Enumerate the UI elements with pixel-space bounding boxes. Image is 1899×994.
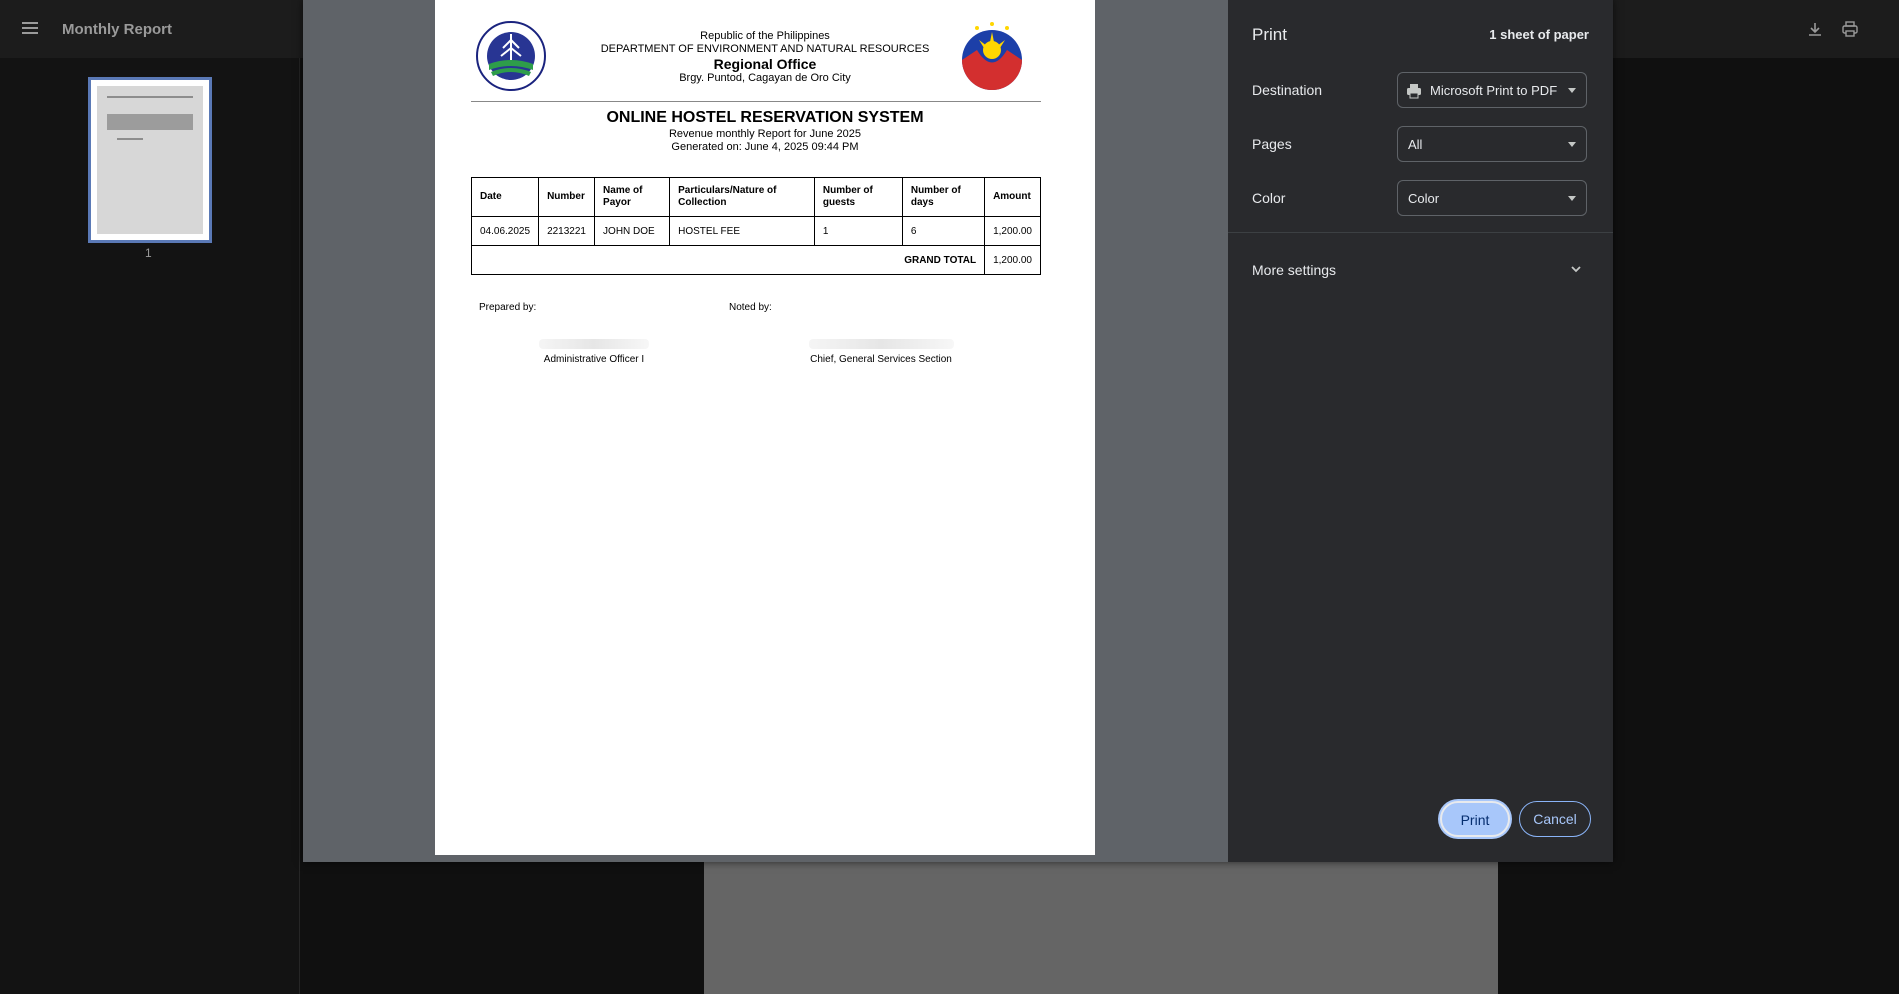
menu-icon[interactable] [22, 22, 38, 34]
column-header: Amount [984, 177, 1041, 217]
column-header: Date [470, 177, 540, 217]
pages-value: All [1408, 137, 1423, 152]
table-cell: 6 [901, 216, 986, 246]
grand-total-value: 1,200.00 [984, 245, 1041, 275]
preview-page: Republic of the Philippines DEPARTMENT O… [435, 0, 1095, 855]
chevron-down-icon[interactable] [1569, 262, 1583, 276]
redacted-name [809, 339, 954, 349]
print-button[interactable]: Print [1440, 801, 1510, 837]
color-label: Color [1252, 190, 1286, 206]
pages-select[interactable]: All [1397, 126, 1587, 162]
dropdown-caret-icon [1568, 88, 1576, 93]
column-header: Name of Payor [594, 177, 671, 217]
print-dialog: Republic of the Philippines DEPARTMENT O… [303, 0, 1613, 862]
column-header: Number of guests [813, 177, 903, 217]
redacted-name [539, 339, 649, 349]
pages-label: Pages [1252, 136, 1292, 152]
column-header: Number of days [901, 177, 986, 217]
more-settings[interactable]: More settings [1252, 262, 1336, 278]
color-select[interactable]: Color [1397, 180, 1587, 216]
prepared-by-title: Administrative Officer I [543, 354, 645, 365]
grand-total-row: GRAND TOTAL 1,200.00 [470, 245, 1041, 275]
table-cell: 2213221 [538, 216, 596, 246]
destination-value: Microsoft Print to PDF [1430, 83, 1558, 98]
printer-icon [1407, 84, 1421, 99]
report-generated: Generated on: June 4, 2025 09:44 PM [671, 141, 859, 153]
page-thumbnail[interactable] [88, 77, 212, 243]
table-cell: HOSTEL FEE [669, 216, 815, 246]
dropdown-caret-icon [1568, 142, 1576, 147]
header-line3: Regional Office [713, 56, 817, 72]
table-cell: 1,200.00 [984, 216, 1041, 246]
header-divider [471, 101, 1041, 102]
table-row: 04.06.2025 2213221 JOHN DOE HOSTEL FEE 1… [470, 216, 1041, 246]
print-title: Print [1252, 25, 1287, 44]
cancel-button[interactable]: Cancel [1519, 801, 1591, 837]
color-value: Color [1408, 191, 1440, 206]
print-icon[interactable] [1841, 20, 1859, 38]
revenue-table: Date Number Name of Payor Particulars/Na… [470, 177, 1041, 275]
header-line2: DEPARTMENT OF ENVIRONMENT AND NATURAL RE… [600, 43, 930, 55]
report-subtitle: Revenue monthly Report for June 2025 [668, 128, 861, 140]
table-cell: 04.06.2025 [470, 216, 540, 246]
table-cell: JOHN DOE [594, 216, 671, 246]
print-settings-panel: Print 1 sheet of paper Destination Micro… [1228, 0, 1613, 862]
column-header: Particulars/Nature of Collection [669, 177, 815, 217]
noted-by-label: Noted by: [729, 302, 772, 313]
background-page [704, 862, 1498, 994]
grand-total-label: GRAND TOTAL [470, 245, 986, 275]
dropdown-caret-icon [1568, 196, 1576, 201]
destination-select[interactable]: Microsoft Print to PDF [1397, 72, 1587, 108]
noted-by-title: Chief, General Services Section [810, 354, 952, 365]
header-line4: Brgy. Puntod, Cagayan de Oro City [679, 72, 851, 84]
download-icon[interactable] [1806, 20, 1824, 38]
sheet-count: 1 sheet of paper [1489, 27, 1589, 42]
table-header-row: Date Number Name of Payor Particulars/Na… [470, 177, 1041, 217]
prepared-by-label: Prepared by: [479, 302, 537, 313]
print-preview: Republic of the Philippines DEPARTMENT O… [303, 0, 1228, 862]
report-header: Republic of the Philippines DEPARTMENT O… [435, 30, 1095, 85]
table-cell: 1 [813, 216, 903, 246]
destination-label: Destination [1252, 82, 1323, 98]
header-line1: Republic of the Philippines [700, 30, 830, 42]
settings-divider [1228, 232, 1613, 233]
column-header: Number [538, 177, 596, 217]
thumbnail-page-number: 1 [145, 246, 152, 260]
report-title: ONLINE HOSTEL RESERVATION SYSTEM [606, 109, 924, 126]
document-title: Monthly Report [62, 21, 172, 38]
